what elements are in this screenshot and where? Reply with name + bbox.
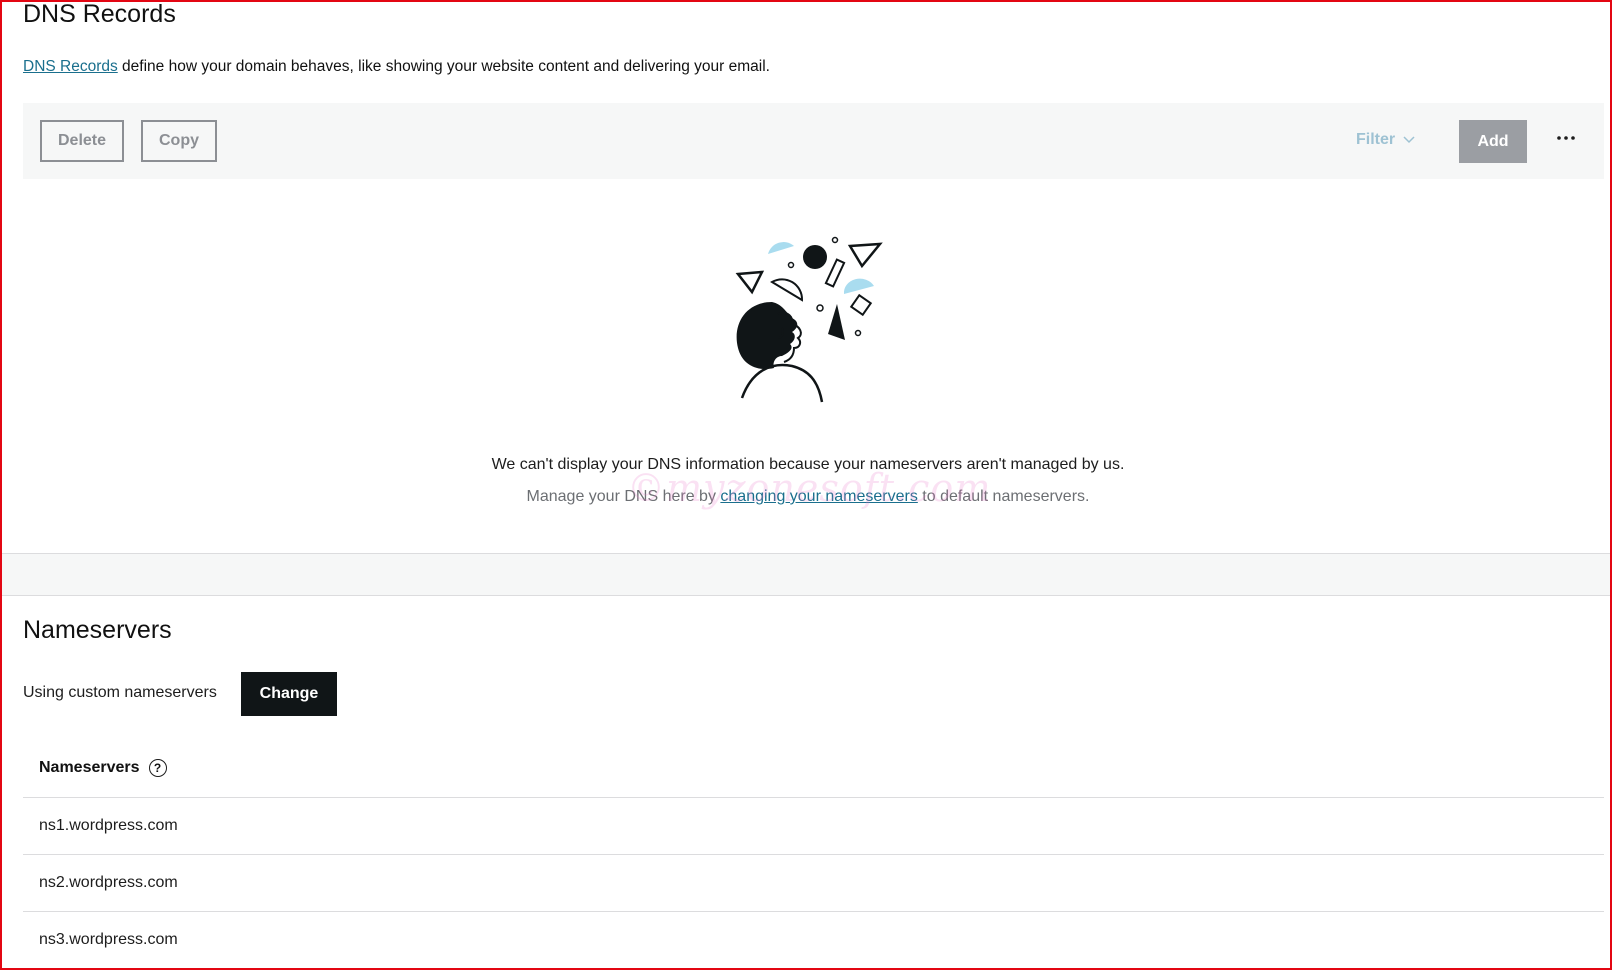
intro-text: DNS Records define how your domain behav… — [23, 58, 770, 76]
dns-records-link[interactable]: DNS Records — [23, 58, 118, 75]
nameservers-column-header: Nameservers — [39, 759, 140, 776]
change-button[interactable]: Change — [241, 672, 337, 716]
help-icon[interactable]: ? — [148, 759, 167, 777]
intro-description: define how your domain behaves, like sho… — [117, 58, 770, 75]
empty-state-message: We can't display your DNS information be… — [491, 456, 1125, 473]
chevron-down-icon — [1403, 131, 1415, 149]
section-divider — [2, 553, 1610, 596]
add-button[interactable]: Add — [1459, 120, 1527, 163]
nameservers-table: Nameservers ? ns1.wordpress.com ns2.word… — [23, 739, 1604, 968]
manage-hint-suffix: to default nameservers. — [917, 488, 1090, 505]
nameservers-title: Nameservers — [23, 616, 172, 644]
nameserver-status: Using custom nameservers — [23, 684, 217, 701]
filter-dropdown[interactable]: Filter — [1356, 131, 1415, 149]
dns-toolbar: Delete Copy Filter Add — [23, 103, 1604, 179]
table-row: ns1.wordpress.com — [23, 798, 1604, 855]
table-row: ns2.wordpress.com — [23, 855, 1604, 912]
manage-dns-hint: Manage your DNS here by changing your na… — [2, 488, 1610, 506]
page-title: DNS Records — [23, 2, 176, 28]
change-nameservers-link[interactable]: changing your nameservers — [720, 488, 917, 505]
copy-button[interactable]: Copy — [141, 120, 217, 162]
window-frame: DNS Records DNS Records define how your … — [0, 0, 1612, 970]
empty-state-illustration — [732, 232, 892, 417]
table-row: ns3.wordpress.com — [23, 912, 1604, 968]
filter-label: Filter — [1356, 131, 1396, 148]
delete-button[interactable]: Delete — [40, 120, 124, 162]
table-header: Nameservers ? — [23, 739, 1604, 798]
more-options-icon[interactable] — [1553, 125, 1579, 151]
manage-hint-prefix: Manage your DNS here by — [526, 488, 721, 505]
